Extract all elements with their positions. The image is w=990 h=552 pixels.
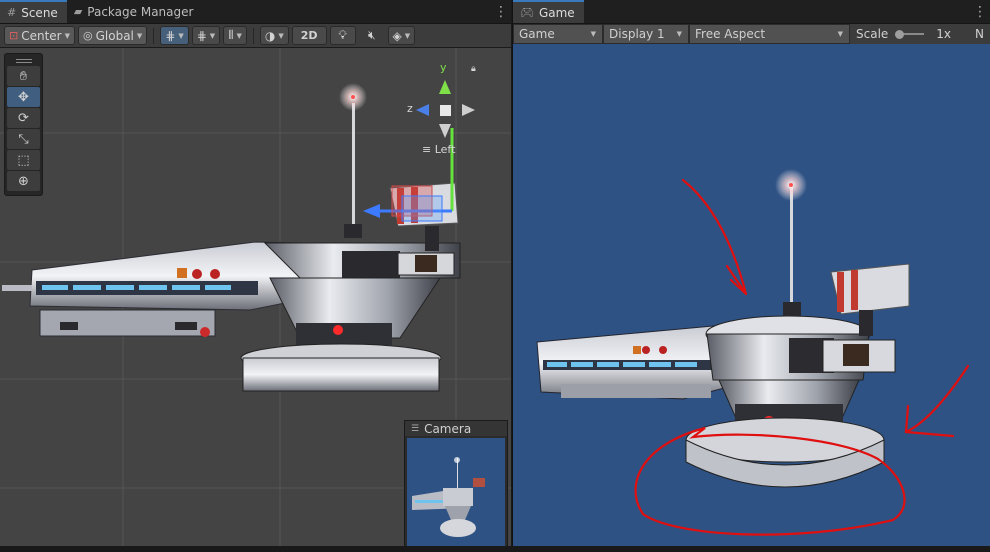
chevron-down-icon: ▼: [404, 31, 411, 40]
kebab-menu-icon[interactable]: ⋮: [970, 0, 990, 23]
camera-preview-image: [407, 438, 505, 547]
scene-toolbar: ⊡ Center ▼ ◎ Global ▼ ⋕ ▼ ⋕ ▼ ⦀ ▼ ◑ ▼ 2D…: [0, 24, 511, 48]
kebab-menu-icon[interactable]: ⋮: [491, 0, 511, 23]
pivot-center-icon: ⊡: [9, 29, 19, 42]
chevron-down-icon: ▼: [178, 31, 184, 40]
snap-icon: ⋕: [196, 28, 207, 43]
gizmo-y-label: y: [440, 61, 447, 74]
camera-preview: ☰ Camera: [404, 420, 508, 550]
drag-handle-icon: ☰: [411, 423, 420, 434]
transform-tool-icon[interactable]: ⊕: [7, 171, 40, 191]
mode-2d-label: 2D: [300, 29, 318, 42]
pivot-rotation-dropdown[interactable]: ◎ Global ▼: [78, 26, 148, 45]
tab-scene-label: Scene: [21, 5, 58, 20]
grid-snap-icon: ⋕: [165, 28, 176, 43]
ship-model: [2, 83, 461, 392]
grid-icon: #: [7, 6, 17, 19]
chevron-down-icon: ▼: [837, 29, 843, 38]
scale-slider[interactable]: [895, 29, 925, 39]
scale-control[interactable]: Scale 1x: [850, 23, 972, 44]
globe-icon: ◎: [83, 29, 93, 42]
lighting-toggle-button[interactable]: 💡︎: [329, 26, 356, 45]
hand-tool-icon[interactable]: ✋︎: [7, 66, 40, 86]
tab-package-manager[interactable]: ▰ Package Manager: [67, 0, 203, 23]
increment-snap-button[interactable]: ⋕ ▼: [191, 26, 221, 45]
lightbulb-icon: 💡︎: [338, 28, 347, 42]
lock-icon[interactable]: 🔒︎: [471, 64, 476, 74]
pivot-mode-label: Center: [21, 28, 62, 43]
gizmo-view-label[interactable]: ≡ Left: [422, 143, 455, 156]
scene-tabbar: # Scene ▰ Package Manager ⋮: [0, 0, 511, 24]
bottom-divider: [0, 546, 990, 552]
audio-toggle-button[interactable]: 🔇︎: [358, 26, 385, 45]
chevron-down-icon: ▼: [236, 31, 242, 40]
toolbar-divider: [153, 27, 155, 44]
tab-scene[interactable]: # Scene: [0, 0, 67, 23]
chevron-down-icon: ▼: [64, 31, 70, 40]
shading-sphere-icon: ◑: [264, 28, 276, 43]
scene-panel: # Scene ▰ Package Manager ⋮ ⊡ Center ▼ ◎…: [0, 0, 511, 552]
scale-slider-thumb[interactable]: [895, 29, 905, 39]
tool-palette: ✋︎ ✥ ⟳ ⤡ ⬚ ⊕: [4, 53, 43, 196]
grid-toggle-button[interactable]: ⋕ ▼: [160, 26, 189, 45]
game-render: [536, 169, 970, 536]
grid-visibility-button[interactable]: ⦀ ▼: [223, 26, 247, 45]
view-dropdown[interactable]: Game ▼: [513, 23, 603, 44]
scale-value: 1x: [936, 26, 952, 41]
gamepad-icon: 🎮︎: [520, 6, 534, 19]
rotate-tool-icon[interactable]: ⟳: [7, 108, 40, 128]
palette-grip-icon[interactable]: [7, 57, 40, 64]
gizmo-view-name: Left: [434, 143, 456, 156]
aspect-dropdown-label: Free Aspect: [695, 26, 766, 41]
draw-mode-dropdown[interactable]: ◑ ▼: [259, 26, 289, 45]
chevron-down-icon: ▼: [136, 31, 143, 40]
game-viewport: [513, 44, 990, 546]
camera-preview-header[interactable]: ☰ Camera: [405, 421, 507, 436]
display-dropdown[interactable]: Display 1 ▼: [603, 23, 689, 44]
toolbar-divider: [252, 27, 254, 44]
package-icon: ▰: [73, 5, 83, 18]
tab-game-label: Game: [538, 5, 575, 20]
tab-package-manager-label: Package Manager: [87, 4, 194, 19]
view-dropdown-label: Game: [519, 26, 555, 41]
overflow-button[interactable]: N: [972, 23, 990, 44]
effects-dropdown[interactable]: ◈ ▼: [387, 26, 416, 45]
game-panel: 🎮︎ Game ⋮ Game ▼ Display 1 ▼ Free Aspect…: [512, 0, 990, 552]
move-tool-icon[interactable]: ✥: [7, 87, 40, 107]
chevron-down-icon: ▼: [676, 29, 682, 38]
chevron-down-icon: ▼: [278, 31, 284, 40]
game-toolbar: Game ▼ Display 1 ▼ Free Aspect ▼ Scale 1…: [513, 23, 990, 44]
pivot-rotation-label: Global: [95, 28, 134, 43]
grid-lines-icon: ⦀: [228, 28, 234, 42]
chevron-down-icon: ▼: [590, 29, 596, 38]
aspect-dropdown[interactable]: Free Aspect ▼: [689, 23, 850, 44]
tab-game[interactable]: 🎮︎ Game: [513, 0, 584, 23]
ship-model-game: [536, 169, 910, 488]
display-dropdown-label: Display 1: [609, 26, 665, 41]
gizmo-z-label: z: [407, 102, 413, 115]
mode-2d-button[interactable]: 2D: [291, 26, 327, 45]
chevron-down-icon: ▼: [209, 31, 216, 40]
pivot-mode-dropdown[interactable]: ⊡ Center ▼: [4, 26, 75, 45]
overflow-text: N: [975, 26, 984, 41]
scale-label: Scale: [856, 26, 889, 41]
game-tabbar: 🎮︎ Game ⋮: [513, 0, 990, 24]
scene-viewport[interactable]: ✋︎ ✥ ⟳ ⤡ ⬚ ⊕ y z 🔒︎ ≡ Left ☰ Camera: [0, 48, 511, 552]
rect-tool-icon[interactable]: ⬚: [7, 150, 40, 170]
audio-mute-icon: 🔇︎: [367, 28, 376, 42]
orientation-gizmo[interactable]: y z 🔒︎ ≡ Left: [401, 58, 491, 156]
camera-preview-title: Camera: [424, 421, 472, 436]
layers-icon: ◈: [392, 28, 402, 43]
scale-tool-icon[interactable]: ⤡: [7, 129, 40, 149]
